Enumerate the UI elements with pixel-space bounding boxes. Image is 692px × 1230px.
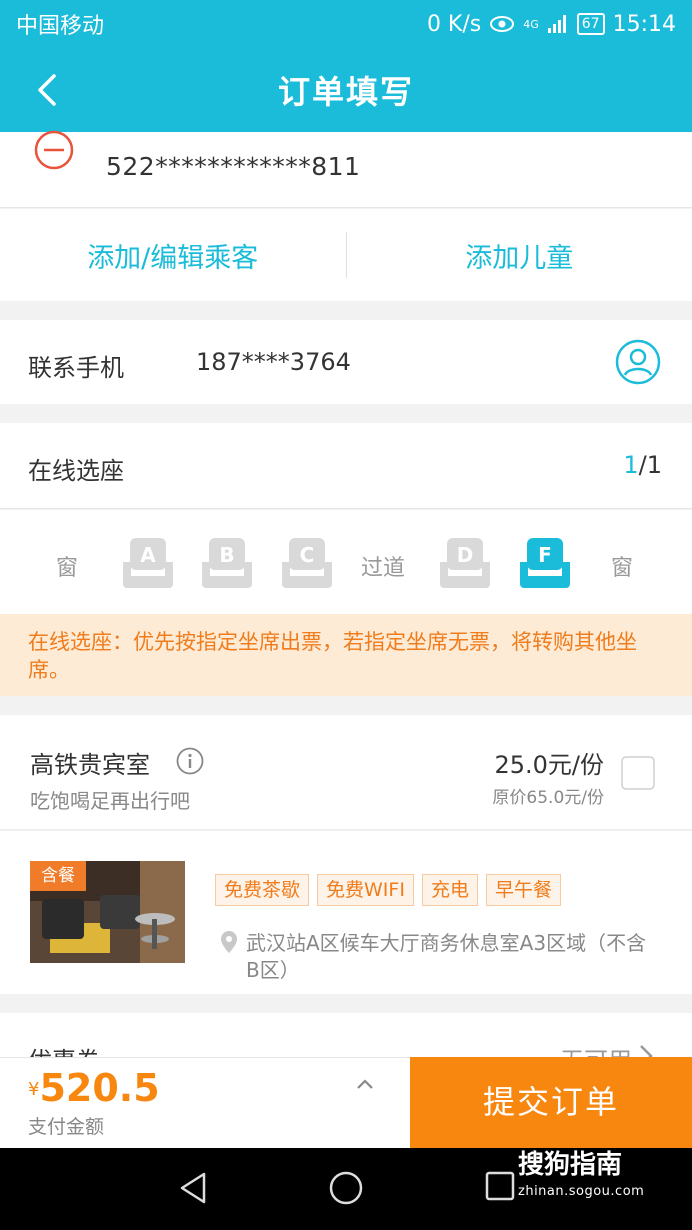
lounge-location-text: 武汉站A区候车大厅商务休息室A3区域（不含B区） — [246, 931, 647, 982]
seat-selection-label: 在线选座 — [28, 457, 124, 485]
location-pin-icon — [221, 931, 237, 953]
battery-icon: 67 — [576, 13, 605, 35]
currency-symbol: ¥ — [28, 1079, 40, 1100]
info-icon[interactable] — [176, 747, 204, 775]
home-circle-icon[interactable] — [328, 1170, 364, 1206]
seat-c-letter: C — [300, 543, 315, 567]
seat-d[interactable]: D — [440, 536, 490, 588]
seat-f-selected[interactable]: F — [520, 536, 570, 588]
back-triangle-icon[interactable] — [176, 1170, 210, 1206]
seat-b-letter: B — [219, 543, 234, 567]
passenger-actions: 添加/编辑乘客 添加儿童 — [0, 209, 692, 301]
seat-notice: 在线选座：优先按指定坐席出票，若指定坐席无票，将转购其他坐席。 — [0, 614, 692, 696]
seat-a[interactable]: A — [123, 536, 173, 588]
seat-f-letter: F — [538, 543, 552, 567]
lounge-tag: 早午餐 — [485, 874, 561, 906]
add-child-button[interactable]: 添加儿童 — [347, 236, 692, 275]
lounge-option: 高铁贵宾室 吃饱喝足再出行吧 25.0元/份 原价65.0元/份 — [0, 715, 692, 830]
chevron-up-icon[interactable] — [354, 1076, 376, 1092]
passenger-entry: 522************811 — [0, 130, 692, 208]
network-type: 4G — [523, 17, 539, 31]
seat-selection-header: 在线选座 1/1 — [0, 423, 692, 509]
nav-bar: 订单填写 — [0, 48, 692, 132]
lounge-price: 25.0元/份 — [494, 751, 604, 779]
contact-label: 联系手机 — [28, 354, 124, 382]
seat-total-count: /1 — [638, 451, 662, 479]
status-right: 0 K/s 4G 67 15:14 — [427, 12, 676, 37]
submit-order-button[interactable]: 提交订单 — [410, 1057, 692, 1148]
total-amount-label: 支付金额 — [28, 1116, 105, 1138]
eye-icon — [490, 16, 515, 32]
coupon-label: 优惠券 — [28, 1041, 100, 1057]
lounge-description: 吃饱喝足再出行吧 — [30, 789, 190, 813]
seat-a-letter: A — [140, 543, 156, 567]
total-amount-value: 520.5 — [39, 1066, 160, 1110]
lounge-tag: 免费WIFI — [317, 874, 414, 906]
back-arrow-icon[interactable] — [30, 70, 66, 110]
seat-b[interactable]: B — [202, 536, 252, 588]
network-speed: 0 K/s — [426, 11, 482, 37]
watermark-brand: 搜狗指南 — [518, 1150, 623, 1180]
lounge-tag: 充电 — [421, 874, 478, 906]
lounge-name: 高铁贵宾室 — [30, 751, 150, 779]
contact-picker-icon[interactable] — [614, 338, 662, 386]
coupon-row[interactable]: 优惠券 无可用 — [0, 1013, 692, 1057]
window-right-label: 窗 — [611, 556, 634, 581]
watermark-url: zhinan.sogou.com — [518, 1184, 645, 1199]
page-title: 订单填写 — [277, 73, 414, 111]
seat-map: 窗 过道 窗 A B C D F — [0, 510, 692, 614]
total-amount: ¥520.5 — [28, 1066, 160, 1110]
contact-phone[interactable]: 187****3764 — [196, 348, 351, 376]
signal-icon — [547, 15, 566, 33]
lounge-tag: 免费茶歇 — [215, 874, 310, 906]
lounge-original-price: 原价65.0元/份 — [492, 788, 604, 808]
window-left-label: 窗 — [56, 556, 79, 581]
chevron-right-icon — [640, 1045, 653, 1057]
contact-row[interactable]: 联系手机 187****3764 — [0, 320, 692, 404]
lounge-tags: 免费茶歇 免费WIFI 充电 早午餐 — [215, 874, 561, 906]
seat-d-letter: D — [457, 543, 474, 567]
clock: 15:14 — [612, 11, 676, 37]
carrier-label: 中国移动 — [16, 14, 105, 39]
aisle-label: 过道 — [361, 556, 406, 581]
seat-c[interactable]: C — [282, 536, 332, 588]
coupon-value: 无可用 — [560, 1041, 632, 1057]
watermark: 搜狗指南 zhinan.sogou.com — [510, 1140, 690, 1210]
remove-passenger-icon[interactable] — [34, 130, 74, 170]
add-edit-passenger-button[interactable]: 添加/编辑乘客 — [0, 236, 346, 275]
meal-included-badge: 含餐 — [30, 861, 86, 891]
seat-selected-count: 1 — [623, 451, 639, 479]
lounge-checkbox[interactable] — [621, 756, 655, 790]
status-bar: 中国移动 0 K/s 4G 67 15:14 — [0, 0, 692, 48]
seat-count: 1/1 — [623, 451, 662, 479]
passenger-id-number: 522************811 — [106, 152, 361, 181]
